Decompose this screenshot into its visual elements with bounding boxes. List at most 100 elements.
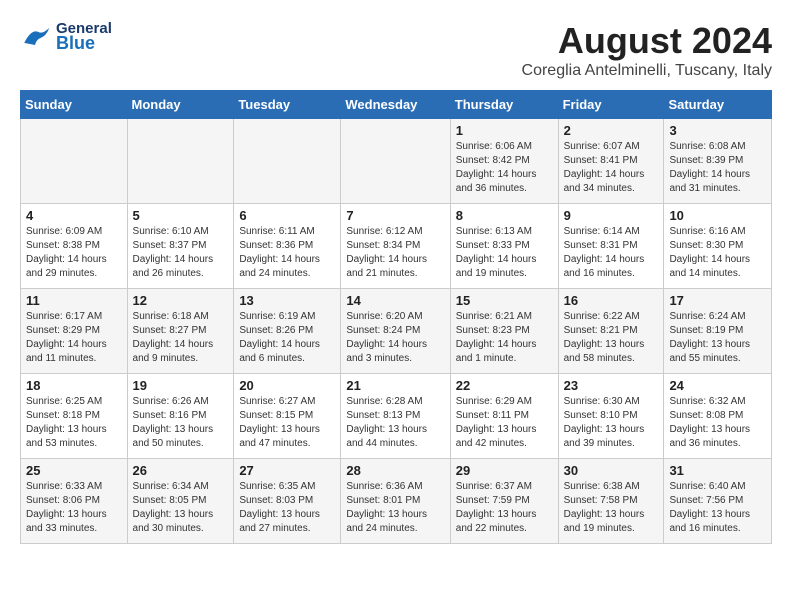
day-info: Sunrise: 6:30 AM Sunset: 8:10 PM Dayligh…: [564, 395, 659, 451]
day-number: 23: [564, 378, 659, 393]
day-info: Sunrise: 6:10 AM Sunset: 8:37 PM Dayligh…: [133, 225, 229, 281]
day-number: 4: [26, 208, 122, 223]
day-info: Sunrise: 6:07 AM Sunset: 8:41 PM Dayligh…: [564, 140, 659, 196]
day-number: 10: [669, 208, 766, 223]
calendar-cell: 12 Sunrise: 6:18 AM Sunset: 8:27 PM Dayli…: [127, 289, 234, 374]
calendar-cell: 14 Sunrise: 6:20 AM Sunset: 8:24 PM Dayli…: [341, 289, 450, 374]
day-number: 28: [346, 463, 444, 478]
day-info: Sunrise: 6:28 AM Sunset: 8:13 PM Dayligh…: [346, 395, 444, 451]
day-info: Sunrise: 6:33 AM Sunset: 8:06 PM Dayligh…: [26, 480, 122, 536]
calendar-cell: 11Sunrise: 6:17 AM Sunset: 8:29 PM Dayli…: [21, 289, 128, 374]
day-number: 25: [26, 463, 122, 478]
calendar-cell: 8 Sunrise: 6:13 AM Sunset: 8:33 PM Daylig…: [450, 204, 558, 289]
day-info: Sunrise: 6:18 AM Sunset: 8:27 PM Dayligh…: [133, 310, 229, 366]
day-info: Sunrise: 6:27 AM Sunset: 8:15 PM Dayligh…: [239, 395, 335, 451]
header-day-saturday: Saturday: [664, 91, 772, 119]
calendar-cell: 20Sunrise: 6:27 AM Sunset: 8:15 PM Dayli…: [234, 374, 341, 459]
calendar-week-5: 25 Sunrise: 6:33 AM Sunset: 8:06 PM Dayli…: [21, 459, 772, 544]
day-number: 19: [133, 378, 229, 393]
calendar-cell: [127, 119, 234, 204]
title-area: August 2024 Coreglia Antelminelli, Tusca…: [522, 20, 772, 80]
calendar-cell: 26 Sunrise: 6:34 AM Sunset: 8:05 PM Dayli…: [127, 459, 234, 544]
calendar-cell: 19 Sunrise: 6:26 AM Sunset: 8:16 PM Dayli…: [127, 374, 234, 459]
day-info: Sunrise: 6:08 AM Sunset: 8:39 PM Dayligh…: [669, 140, 766, 196]
day-number: 7: [346, 208, 444, 223]
header-row: SundayMondayTuesdayWednesdayThursdayFrid…: [21, 91, 772, 119]
header: General Blue August 2024 Coreglia Antelm…: [20, 20, 772, 80]
day-info: Sunrise: 6:16 AM Sunset: 8:30 PM Dayligh…: [669, 225, 766, 281]
calendar-week-3: 11Sunrise: 6:17 AM Sunset: 8:29 PM Dayli…: [21, 289, 772, 374]
day-number: 31: [669, 463, 766, 478]
header-day-wednesday: Wednesday: [341, 91, 450, 119]
calendar-week-1: 1Sunrise: 6:06 AM Sunset: 8:42 PM Daylig…: [21, 119, 772, 204]
day-number: 17: [669, 293, 766, 308]
day-info: Sunrise: 6:24 AM Sunset: 8:19 PM Dayligh…: [669, 310, 766, 366]
day-info: Sunrise: 6:38 AM Sunset: 7:58 PM Dayligh…: [564, 480, 659, 536]
day-number: 22: [456, 378, 553, 393]
day-info: Sunrise: 6:13 AM Sunset: 8:33 PM Dayligh…: [456, 225, 553, 281]
day-number: 2: [564, 123, 659, 138]
calendar-cell: 24Sunrise: 6:32 AM Sunset: 8:08 PM Dayli…: [664, 374, 772, 459]
day-info: Sunrise: 6:09 AM Sunset: 8:38 PM Dayligh…: [26, 225, 122, 281]
day-info: Sunrise: 6:34 AM Sunset: 8:05 PM Dayligh…: [133, 480, 229, 536]
calendar-cell: 4 Sunrise: 6:09 AM Sunset: 8:38 PM Daylig…: [21, 204, 128, 289]
calendar-cell: 18 Sunrise: 6:25 AM Sunset: 8:18 PM Dayli…: [21, 374, 128, 459]
calendar-table: SundayMondayTuesdayWednesdayThursdayFrid…: [20, 90, 772, 544]
calendar-body: 1Sunrise: 6:06 AM Sunset: 8:42 PM Daylig…: [21, 119, 772, 544]
day-info: Sunrise: 6:37 AM Sunset: 7:59 PM Dayligh…: [456, 480, 553, 536]
day-number: 14: [346, 293, 444, 308]
day-number: 16: [564, 293, 659, 308]
day-info: Sunrise: 6:32 AM Sunset: 8:08 PM Dayligh…: [669, 395, 766, 451]
calendar-cell: 2 Sunrise: 6:07 AM Sunset: 8:41 PM Daylig…: [558, 119, 664, 204]
month-title: August 2024: [522, 20, 772, 62]
logo: General Blue: [20, 20, 112, 54]
calendar-cell: 3 Sunrise: 6:08 AM Sunset: 8:39 PM Daylig…: [664, 119, 772, 204]
header-day-sunday: Sunday: [21, 91, 128, 119]
calendar-cell: 16 Sunrise: 6:22 AM Sunset: 8:21 PM Dayli…: [558, 289, 664, 374]
calendar-cell: 10 Sunrise: 6:16 AM Sunset: 8:30 PM Dayli…: [664, 204, 772, 289]
day-info: Sunrise: 6:20 AM Sunset: 8:24 PM Dayligh…: [346, 310, 444, 366]
header-day-thursday: Thursday: [450, 91, 558, 119]
day-number: 1: [456, 123, 553, 138]
day-number: 27: [239, 463, 335, 478]
calendar-week-2: 4 Sunrise: 6:09 AM Sunset: 8:38 PM Daylig…: [21, 204, 772, 289]
day-info: Sunrise: 6:29 AM Sunset: 8:11 PM Dayligh…: [456, 395, 553, 451]
day-number: 12: [133, 293, 229, 308]
day-number: 15: [456, 293, 553, 308]
calendar-cell: 28 Sunrise: 6:36 AM Sunset: 8:01 PM Dayli…: [341, 459, 450, 544]
calendar-header: SundayMondayTuesdayWednesdayThursdayFrid…: [21, 91, 772, 119]
logo-text: General Blue: [56, 20, 112, 54]
day-number: 9: [564, 208, 659, 223]
day-number: 29: [456, 463, 553, 478]
location: Coreglia Antelminelli, Tuscany, Italy: [522, 62, 772, 80]
logo-bird-icon: [20, 25, 50, 50]
day-info: Sunrise: 6:40 AM Sunset: 7:56 PM Dayligh…: [669, 480, 766, 536]
day-number: 3: [669, 123, 766, 138]
calendar-cell: 9Sunrise: 6:14 AM Sunset: 8:31 PM Daylig…: [558, 204, 664, 289]
day-info: Sunrise: 6:26 AM Sunset: 8:16 PM Dayligh…: [133, 395, 229, 451]
day-number: 13: [239, 293, 335, 308]
calendar-cell: 30 Sunrise: 6:38 AM Sunset: 7:58 PM Dayli…: [558, 459, 664, 544]
day-number: 26: [133, 463, 229, 478]
calendar-cell: [21, 119, 128, 204]
calendar-cell: [234, 119, 341, 204]
day-number: 8: [456, 208, 553, 223]
day-number: 18: [26, 378, 122, 393]
day-info: Sunrise: 6:22 AM Sunset: 8:21 PM Dayligh…: [564, 310, 659, 366]
day-number: 5: [133, 208, 229, 223]
day-number: 11: [26, 293, 122, 308]
day-info: Sunrise: 6:21 AM Sunset: 8:23 PM Dayligh…: [456, 310, 553, 366]
header-day-friday: Friday: [558, 91, 664, 119]
day-info: Sunrise: 6:25 AM Sunset: 8:18 PM Dayligh…: [26, 395, 122, 451]
calendar-cell: 23 Sunrise: 6:30 AM Sunset: 8:10 PM Dayli…: [558, 374, 664, 459]
day-info: Sunrise: 6:12 AM Sunset: 8:34 PM Dayligh…: [346, 225, 444, 281]
day-number: 6: [239, 208, 335, 223]
day-number: 21: [346, 378, 444, 393]
calendar-cell: 5 Sunrise: 6:10 AM Sunset: 8:37 PM Daylig…: [127, 204, 234, 289]
calendar-cell: 21 Sunrise: 6:28 AM Sunset: 8:13 PM Dayli…: [341, 374, 450, 459]
calendar-cell: 17 Sunrise: 6:24 AM Sunset: 8:19 PM Dayli…: [664, 289, 772, 374]
calendar-cell: 25 Sunrise: 6:33 AM Sunset: 8:06 PM Dayli…: [21, 459, 128, 544]
day-number: 30: [564, 463, 659, 478]
day-info: Sunrise: 6:36 AM Sunset: 8:01 PM Dayligh…: [346, 480, 444, 536]
calendar-cell: 7 Sunrise: 6:12 AM Sunset: 8:34 PM Daylig…: [341, 204, 450, 289]
